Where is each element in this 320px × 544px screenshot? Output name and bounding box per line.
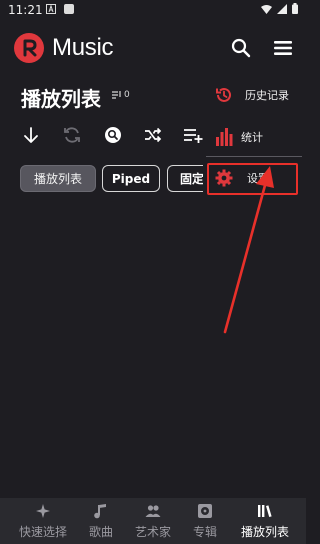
notification-a-icon <box>46 4 56 14</box>
playlist-count-value: 0 <box>124 90 130 100</box>
page-title: 播放列表 <box>21 87 101 111</box>
sync-icon[interactable] <box>62 125 82 145</box>
sort-down-icon[interactable] <box>21 125 41 145</box>
search-circle-icon[interactable] <box>103 125 123 145</box>
search-icon[interactable] <box>231 38 251 58</box>
nav-artists-label: 艺术家 <box>134 525 171 539</box>
nav-albums-label: 专辑 <box>192 525 217 539</box>
music-note-icon <box>94 504 106 519</box>
playlist-icon <box>112 91 121 99</box>
nav-songs[interactable]: 歌曲 <box>84 498 118 544</box>
stats-icon <box>216 128 233 146</box>
nav-playlists[interactable]: 播放列表 <box>238 498 292 544</box>
menu-divider <box>206 156 302 157</box>
add-playlist-icon[interactable] <box>183 125 203 145</box>
notification-square-icon <box>64 4 74 14</box>
signal-icon <box>277 3 287 14</box>
shuffle-icon[interactable] <box>143 125 163 145</box>
bottom-navigation: 快速选择 歌曲 艺术家 专辑 播放列表 <box>0 498 306 544</box>
artists-icon <box>145 505 161 517</box>
status-indicators <box>261 3 298 14</box>
nav-quick-picks[interactable]: 快速选择 <box>14 498 72 544</box>
playlist-count: 0 <box>112 90 130 100</box>
menu-item-history[interactable]: 历史记录 <box>203 80 306 110</box>
nav-quick-picks-label: 快速选择 <box>18 525 67 539</box>
nav-songs-label: 歌曲 <box>88 525 113 539</box>
chip-piped[interactable]: Piped <box>102 165 160 192</box>
app-title: Music <box>52 34 114 61</box>
app-logo-icon <box>14 33 44 63</box>
chip-playlist[interactable]: 播放列表 <box>20 165 96 192</box>
nav-artists[interactable]: 艺术家 <box>132 498 174 544</box>
album-icon <box>198 504 212 518</box>
nav-playlists-label: 播放列表 <box>240 525 289 539</box>
wifi-icon <box>261 4 272 14</box>
status-time: 11:21 <box>8 3 43 17</box>
history-icon <box>216 87 231 102</box>
menu-icon[interactable] <box>274 40 292 56</box>
menu-item-stats-label: 统计 <box>241 131 263 144</box>
menu-item-history-label: 历史记录 <box>245 89 289 102</box>
menu-item-stats[interactable]: 统计 <box>203 122 306 152</box>
sparkle-icon <box>36 504 50 518</box>
annotation-arrow <box>223 166 274 334</box>
nav-albums[interactable]: 专辑 <box>188 498 222 544</box>
library-icon <box>258 505 272 517</box>
battery-icon <box>292 3 298 14</box>
